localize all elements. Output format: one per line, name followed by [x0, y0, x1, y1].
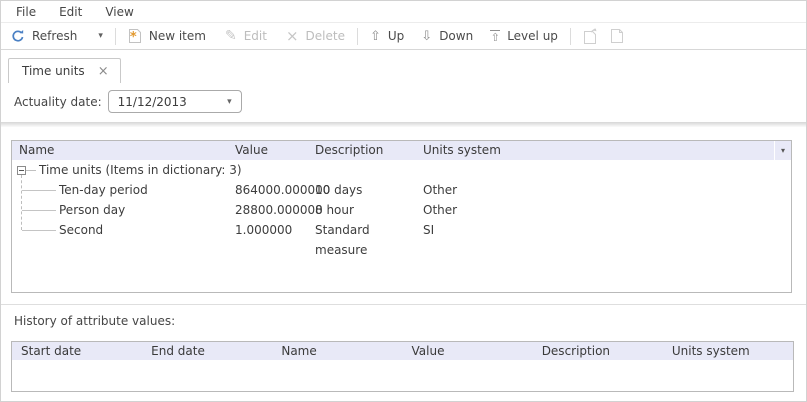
- column-header-name[interactable]: Name: [12, 141, 232, 160]
- level-up-icon: ⇧: [490, 30, 500, 43]
- cell-units-system: SI: [420, 220, 791, 240]
- table-row[interactable]: Second 1.000000 Standard measure SI: [12, 220, 791, 240]
- refresh-dropdown-icon[interactable]: ▾: [98, 31, 103, 41]
- up-button[interactable]: ⇧ Up: [370, 29, 404, 43]
- toolbar-separator: [115, 28, 116, 45]
- table-row[interactable]: Person day 28800.000000 8 hour Other: [12, 200, 791, 220]
- collapse-icon[interactable]: [17, 166, 26, 175]
- paste-button[interactable]: [610, 28, 624, 44]
- menu-edit[interactable]: Edit: [59, 5, 82, 19]
- delete-label: Delete: [306, 29, 345, 43]
- delete-cross-icon: ×: [286, 29, 299, 44]
- actuality-date-row: Actuality date: 11/12/2013 ▾: [14, 90, 806, 113]
- tab-time-units[interactable]: Time units ×: [8, 58, 121, 83]
- menu-view[interactable]: View: [105, 5, 133, 19]
- tree-connector: [22, 210, 56, 211]
- history-column-name[interactable]: Name: [272, 342, 402, 360]
- history-section-label: History of attribute values:: [14, 314, 806, 328]
- history-grid-header: Start date End date Name Value Descripti…: [12, 342, 793, 360]
- tab-label: Time units: [22, 64, 85, 78]
- edit-pencil-icon: ✎: [225, 29, 237, 43]
- menu-bar: File Edit View: [1, 1, 806, 23]
- grid-header: Name Value Description Units system ▾: [12, 141, 791, 160]
- toolbar-separator: [570, 28, 571, 45]
- cell-name: Ten-day period: [59, 180, 148, 200]
- column-chooser-icon[interactable]: ▾: [774, 141, 791, 160]
- actuality-date-value: 11/12/2013: [118, 95, 187, 109]
- toolbar: Refresh ▾ * New item ✎ Edit × Delete ⇧ U…: [1, 23, 806, 50]
- refresh-icon: [11, 29, 25, 43]
- cell-description: Standard measure: [312, 220, 420, 240]
- down-arrow-icon: ⇩: [421, 30, 432, 43]
- cell-name: Second: [59, 220, 103, 240]
- edit-label: Edit: [244, 29, 267, 43]
- history-column-start-date[interactable]: Start date: [12, 342, 142, 360]
- up-arrow-icon: ⇧: [370, 30, 381, 43]
- level-up-label: Level up: [507, 29, 558, 43]
- cell-description: 10 days: [312, 180, 420, 200]
- time-units-grid: Name Value Description Units system ▾ Ti…: [11, 140, 792, 293]
- new-item-icon: *: [128, 28, 142, 44]
- cell-name: Person day: [59, 200, 125, 220]
- edit-button[interactable]: ✎ Edit: [225, 29, 267, 43]
- group-row[interactable]: Time units (Items in dictionary: 3): [12, 160, 791, 180]
- menu-file[interactable]: File: [16, 5, 36, 19]
- paste-icon: [610, 28, 624, 44]
- tree-connector: [22, 190, 56, 191]
- column-header-units-system[interactable]: Units system: [420, 141, 774, 160]
- tree-connector: [22, 230, 56, 231]
- down-label: Down: [439, 29, 473, 43]
- history-column-end-date[interactable]: End date: [142, 342, 272, 360]
- cell-description: 8 hour: [312, 200, 420, 220]
- history-column-value[interactable]: Value: [403, 342, 533, 360]
- toolbar-separator: [357, 28, 358, 45]
- combobox-dropdown-icon[interactable]: ▾: [227, 97, 232, 107]
- down-button[interactable]: ⇩ Down: [421, 29, 473, 43]
- history-grid: Start date End date Name Value Descripti…: [11, 341, 794, 392]
- copy-button[interactable]: [583, 28, 597, 44]
- table-row[interactable]: Ten-day period 864000.000000 10 days Oth…: [12, 180, 791, 200]
- app-window: File Edit View Refresh ▾ * New item: [0, 0, 807, 402]
- new-item-button[interactable]: * New item: [128, 28, 206, 44]
- section-divider: [1, 122, 806, 127]
- delete-button[interactable]: × Delete: [286, 29, 345, 44]
- level-up-button[interactable]: ⇧ Level up: [490, 29, 558, 43]
- column-header-description[interactable]: Description: [312, 141, 420, 160]
- tab-strip: Time units ×: [1, 50, 806, 83]
- tab-close-icon[interactable]: ×: [98, 65, 109, 78]
- panel-splitter[interactable]: [1, 304, 806, 305]
- copy-icon: [583, 28, 597, 44]
- grid-rows: Time units (Items in dictionary: 3) Ten-…: [12, 160, 791, 240]
- actuality-date-combobox[interactable]: 11/12/2013 ▾: [108, 90, 242, 113]
- cell-value: 28800.000000: [232, 200, 312, 220]
- column-header-value[interactable]: Value: [232, 141, 312, 160]
- history-column-units-system[interactable]: Units system: [663, 342, 793, 360]
- history-column-description[interactable]: Description: [533, 342, 663, 360]
- tree-connector: [26, 170, 36, 171]
- actuality-date-label: Actuality date:: [14, 95, 102, 109]
- up-label: Up: [388, 29, 404, 43]
- new-item-label: New item: [149, 29, 206, 43]
- new-item-star-icon: *: [130, 31, 137, 44]
- cell-units-system: Other: [420, 200, 791, 220]
- cell-units-system: Other: [420, 180, 791, 200]
- refresh-label: Refresh: [32, 29, 77, 43]
- cell-value: 864000.000000: [232, 180, 312, 200]
- cell-value: 1.000000: [232, 220, 312, 240]
- group-label: Time units (Items in dictionary: 3): [39, 160, 242, 180]
- refresh-button[interactable]: Refresh ▾: [11, 29, 103, 43]
